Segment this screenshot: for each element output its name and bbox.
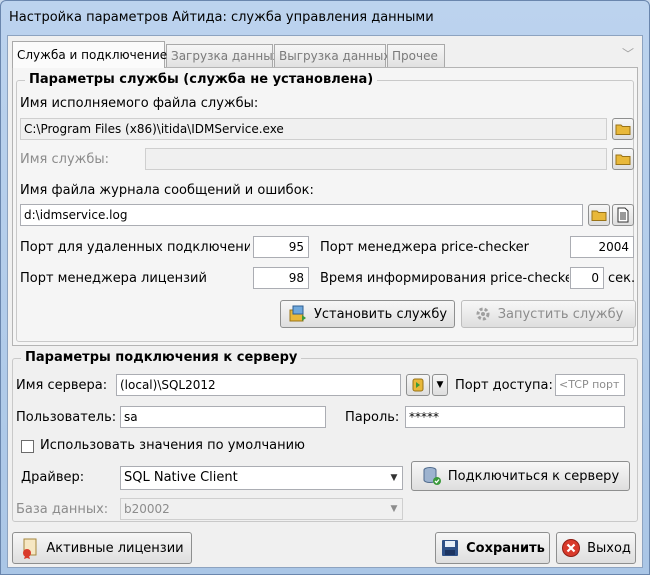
user-label: Пользователь: xyxy=(16,410,117,425)
chevron-down-icon[interactable]: ﹀ xyxy=(622,45,634,62)
start-service-label: Запустить службу xyxy=(497,306,624,322)
browse-exe-button[interactable] xyxy=(612,118,634,140)
driver-select[interactable]: SQL Native Client ▼ xyxy=(120,466,403,490)
pc-port-field[interactable]: 2004 xyxy=(570,236,634,258)
service-group-title: Параметры службы (служба не установлена) xyxy=(25,72,378,87)
defaults-label: Использовать значения по умолчанию xyxy=(40,438,306,453)
database-value: b20002 xyxy=(124,502,170,516)
port-access-label: Порт доступа: xyxy=(455,378,553,393)
remote-port-label: Порт для удаленных подключений xyxy=(20,240,250,255)
browse-log-button[interactable] xyxy=(588,204,610,226)
user-field[interactable]: sa xyxy=(120,406,326,428)
pc-port-label: Порт менеджера price-checker xyxy=(320,240,530,255)
connection-params-group: Параметры подключения к серверу Имя серв… xyxy=(12,350,638,522)
start-service-button[interactable]: Запустить службу xyxy=(461,300,636,328)
log-label: Имя файла журнала сообщений и ошибок: xyxy=(20,183,314,198)
pc-time-unit: сек. xyxy=(608,271,636,286)
tab-other[interactable]: Прочее xyxy=(387,44,445,67)
exe-path-field[interactable]: C:\Program Files (x86)\itida\IDMService.… xyxy=(20,118,607,140)
gear-icon xyxy=(476,307,490,321)
pc-time-label: Время информирования price-checker xyxy=(320,271,569,286)
license-port-field[interactable]: 98 xyxy=(253,267,309,289)
view-log-button[interactable] xyxy=(612,204,634,226)
password-field[interactable]: ***** xyxy=(405,406,625,428)
chevron-down-icon: ▼ xyxy=(436,380,444,390)
connect-server-label: Подключиться к серверу xyxy=(447,468,620,484)
service-name-field[interactable] xyxy=(145,148,607,170)
active-licenses-label: Активные лицензии xyxy=(46,540,184,556)
folder-icon xyxy=(615,154,631,165)
folder-icon xyxy=(615,124,631,135)
database-connect-icon xyxy=(423,467,441,485)
close-icon xyxy=(562,539,581,557)
tab-data-load[interactable]: Загрузка данных xyxy=(166,44,280,67)
pc-time-field[interactable]: 0 xyxy=(570,267,604,289)
save-icon xyxy=(442,540,459,556)
exit-label: Выход xyxy=(587,540,631,556)
tab-service-connection[interactable]: Служба и подключение xyxy=(12,41,167,68)
port-access-field[interactable]: <TCP порт xyxy=(555,374,625,396)
tab-panel-service: Параметры службы (служба не установлена)… xyxy=(12,67,638,346)
database-label: База данных: xyxy=(16,502,109,517)
install-icon xyxy=(289,305,306,322)
install-service-button[interactable]: Установить службу xyxy=(280,300,455,328)
exit-button[interactable]: Выход xyxy=(556,532,636,564)
tab-data-export[interactable]: Выгрузка данных xyxy=(274,44,390,67)
active-licenses-button[interactable]: Активные лицензии xyxy=(12,532,192,564)
document-icon xyxy=(617,207,629,223)
chevron-down-icon[interactable]: ▼ xyxy=(386,467,402,489)
password-label: Пароль: xyxy=(345,410,400,425)
install-service-label: Установить службу xyxy=(313,306,448,322)
defaults-checkbox[interactable] xyxy=(21,440,34,453)
license-port-label: Порт менеджера лицензий xyxy=(20,271,207,286)
remote-port-field[interactable]: 95 xyxy=(253,236,309,258)
server-label: Имя сервера: xyxy=(16,378,108,393)
footer-bar: Активные лицензии Сохранить Выход xyxy=(8,524,642,568)
service-params-group: Параметры службы (служба не установлена)… xyxy=(16,72,636,342)
database-refresh-icon xyxy=(412,378,424,392)
server-dropdown-button[interactable]: ▼ xyxy=(432,374,448,396)
exe-label: Имя исполняемого файла службы: xyxy=(20,96,259,111)
service-name-label: Имя службы: xyxy=(20,152,110,167)
server-browse-button[interactable] xyxy=(406,374,430,396)
app-window: Настройка параметров Айтида: служба упра… xyxy=(0,0,650,575)
connect-server-button[interactable]: Подключиться к серверу xyxy=(411,461,630,491)
folder-icon xyxy=(591,210,607,221)
chevron-down-icon[interactable]: ▼ xyxy=(386,499,402,519)
license-icon xyxy=(23,538,37,559)
driver-label: Драйвер: xyxy=(21,470,85,485)
save-button[interactable]: Сохранить xyxy=(435,532,550,564)
window-title: Настройка параметров Айтида: служба упра… xyxy=(9,10,434,25)
driver-value: SQL Native Client xyxy=(124,470,238,485)
log-path-field[interactable]: d:\idmservice.log xyxy=(20,204,583,226)
server-field[interactable]: (local)\SQL2012 xyxy=(116,374,401,396)
save-label: Сохранить xyxy=(466,540,545,556)
database-select[interactable]: b20002 ▼ xyxy=(120,498,403,520)
browse-service-button[interactable] xyxy=(612,148,634,170)
connection-group-title: Параметры подключения к серверу xyxy=(21,350,302,365)
dialog-client: Служба и подключение Загрузка данных Выг… xyxy=(7,35,643,568)
